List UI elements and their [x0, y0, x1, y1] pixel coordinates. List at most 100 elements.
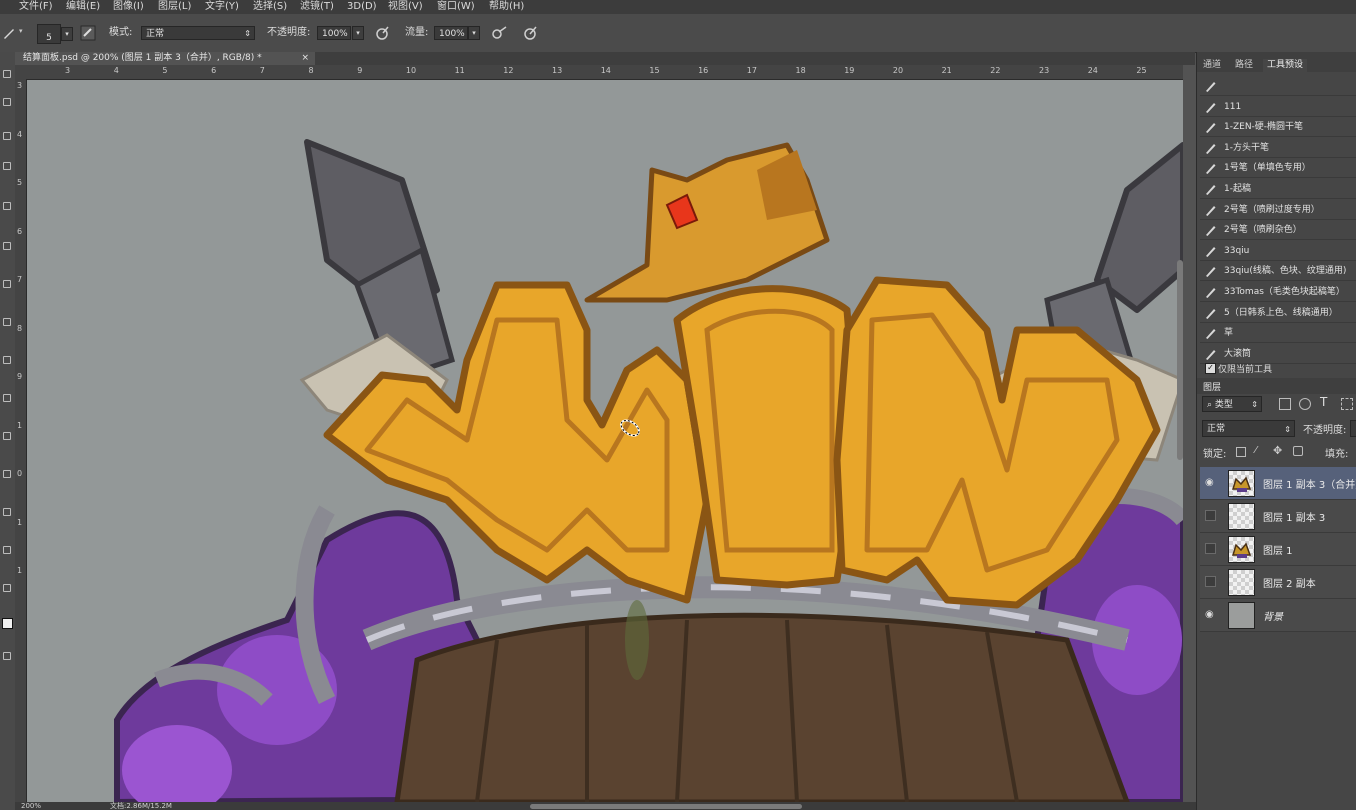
layer-opacity-field[interactable]	[1350, 420, 1356, 437]
eye-icon[interactable]: ◉	[1205, 477, 1216, 488]
tab-paths[interactable]: 路径	[1231, 59, 1257, 72]
visibility-toggle[interactable]	[1205, 510, 1216, 521]
tool-preset-item[interactable]	[1200, 76, 1356, 96]
clone-stamp-tool-icon[interactable]	[3, 318, 11, 326]
airbrush-icon[interactable]	[490, 25, 508, 41]
menu-help[interactable]: 帮助(H)	[489, 0, 524, 14]
type-tool-icon[interactable]	[3, 508, 11, 516]
crop-tool-icon[interactable]	[3, 162, 11, 170]
tool-preset-item[interactable]: 33qiu	[1200, 241, 1356, 261]
healing-tool-icon[interactable]	[3, 242, 11, 250]
tool-preset-item[interactable]: 1号笔（单填色专用）	[1200, 158, 1356, 179]
brush-panel-toggle-icon[interactable]	[80, 25, 96, 41]
menu-3d[interactable]: 3D(D)	[347, 0, 377, 14]
layers-panel-title[interactable]: 图层	[1203, 380, 1221, 393]
tool-preset-item[interactable]: 1-方头干笔	[1200, 138, 1356, 158]
lock-position-icon[interactable]: ✥	[1273, 444, 1282, 457]
brush-tool-icon[interactable]	[2, 26, 16, 40]
document-tab-title: 结算面板.psd @ 200% (图层 1 副本 3（合并）, RGB/8) *	[23, 53, 262, 63]
tool-preset-item[interactable]: 2号笔（喷刷杂色）	[1200, 220, 1356, 241]
ruler-tick-label: 18	[795, 66, 806, 75]
menu-select[interactable]: 选择(S)	[253, 0, 287, 14]
ruler-tick-label: 11	[454, 66, 465, 75]
menu-layer[interactable]: 图层(L)	[158, 0, 191, 14]
layer-row[interactable]: 图层 2 副本	[1200, 566, 1356, 599]
tools-panel	[0, 52, 16, 810]
marquee-tool-icon[interactable]	[3, 98, 11, 106]
tool-preset-item[interactable]: 草	[1200, 323, 1356, 344]
foreground-color-swatch[interactable]	[2, 618, 13, 629]
opacity-field[interactable]: 100%	[317, 26, 351, 40]
pressure-size-icon[interactable]	[522, 25, 538, 41]
filter-adjustment-icon[interactable]	[1299, 398, 1311, 410]
vertical-ruler: 34567891011	[15, 79, 27, 802]
tool-preset-dropdown-icon[interactable]: ▾	[19, 27, 23, 35]
letter-i	[673, 285, 861, 589]
pressure-opacity-icon[interactable]	[374, 25, 390, 41]
layer-row[interactable]: ◉ 背景	[1200, 599, 1356, 632]
lock-image-icon[interactable]: ⁄	[1255, 445, 1257, 456]
menu-file[interactable]: 文件(F)	[19, 0, 53, 14]
brush-size-field[interactable]: 5	[37, 24, 61, 44]
gradient-tool-icon[interactable]	[3, 394, 11, 402]
document-tab-close-icon[interactable]: ×	[301, 52, 309, 65]
layer-name: 背景	[1263, 612, 1283, 623]
layer-row[interactable]: 图层 1	[1200, 533, 1356, 566]
filter-pixel-icon[interactable]	[1279, 398, 1291, 410]
menu-image[interactable]: 图像(I)	[113, 0, 144, 14]
ruler-tick-label: 1	[17, 566, 23, 575]
move-tool-icon[interactable]	[3, 70, 11, 78]
eye-icon[interactable]: ◉	[1205, 609, 1216, 620]
tool-preset-item[interactable]: 33Tomas（毛类色块起稿笔）	[1200, 282, 1356, 302]
canvas-vertical-scrollbar[interactable]	[1177, 260, 1183, 460]
dodge-tool-icon[interactable]	[3, 432, 11, 440]
tool-preset-item[interactable]: 5（日韩系上色、线稿通用）	[1200, 303, 1356, 323]
mode-select[interactable]: 正常 ⇕	[141, 26, 255, 40]
canvas-horizontal-scrollbar[interactable]	[530, 804, 802, 809]
layer-blend-mode-select[interactable]: 正常 ⇕	[1202, 420, 1295, 437]
pen-tool-icon[interactable]	[3, 470, 11, 478]
menu-edit[interactable]: 编辑(E)	[66, 0, 100, 14]
lock-all-icon[interactable]	[1293, 446, 1303, 456]
hand-tool-icon[interactable]	[3, 584, 11, 592]
document-tab[interactable]: 结算面板.psd @ 200% (图层 1 副本 3（合并）, RGB/8) *…	[15, 52, 315, 65]
flow-dropdown[interactable]: ▾	[468, 26, 480, 40]
tab-channels[interactable]: 通道	[1199, 59, 1225, 72]
tool-preset-item[interactable]: 33qiu(线稿、色块、纹理通用)	[1200, 261, 1356, 282]
tool-preset-item[interactable]: 1-起稿	[1200, 179, 1356, 199]
tool-preset-item[interactable]: 1-ZEN-硬-椭圆干笔	[1200, 117, 1356, 138]
opacity-dropdown[interactable]: ▾	[352, 26, 364, 40]
quick-mask-icon[interactable]	[3, 652, 11, 660]
eraser-tool-icon[interactable]	[3, 356, 11, 364]
lock-transparent-icon[interactable]	[1236, 447, 1246, 457]
brush-tool-icon[interactable]	[3, 280, 11, 288]
menu-type[interactable]: 文字(Y)	[205, 0, 239, 14]
lasso-tool-icon[interactable]	[3, 132, 11, 140]
menu-view[interactable]: 视图(V)	[388, 0, 423, 14]
current-tool-only-checkbox[interactable]: ✓	[1205, 363, 1216, 374]
layer-row[interactable]: ◉ 图层 1 副本 3（合并）	[1200, 467, 1356, 500]
eyedropper-tool-icon[interactable]	[3, 202, 11, 210]
path-select-tool-icon[interactable]	[3, 546, 11, 554]
filter-select-arrow-icon: ⇕	[1251, 400, 1258, 409]
filter-type-icon[interactable]: T	[1320, 395, 1327, 409]
layer-row[interactable]: 图层 1 副本 3	[1200, 500, 1356, 533]
tool-preset-label: 111	[1224, 101, 1242, 112]
brush-picker-dropdown[interactable]: ▾	[61, 27, 73, 41]
tab-tool-presets[interactable]: 工具预设	[1263, 59, 1308, 72]
menu-filter[interactable]: 滤镜(T)	[300, 0, 334, 14]
flow-field[interactable]: 100%	[434, 26, 468, 40]
zoom-level[interactable]: 200%	[21, 802, 41, 810]
ruler-tick-label: 23	[1039, 66, 1050, 75]
filter-shape-icon[interactable]	[1341, 398, 1353, 410]
ruler-tick-label: 9	[17, 372, 23, 381]
ruler-tick-label: 8	[17, 323, 23, 333]
layer-filter-select[interactable]: ⌕ 类型 ⇕	[1202, 396, 1262, 412]
tool-preset-item[interactable]: 111	[1200, 97, 1356, 117]
menu-window[interactable]: 窗口(W)	[437, 0, 475, 14]
visibility-toggle[interactable]	[1205, 543, 1216, 554]
current-tool-only-row[interactable]: ✓ 仅限当前工具	[1200, 361, 1356, 376]
visibility-toggle[interactable]	[1205, 576, 1216, 587]
tool-preset-item[interactable]: 2号笔（喷刷过度专用）	[1200, 200, 1356, 220]
document-canvas[interactable]	[27, 80, 1183, 802]
